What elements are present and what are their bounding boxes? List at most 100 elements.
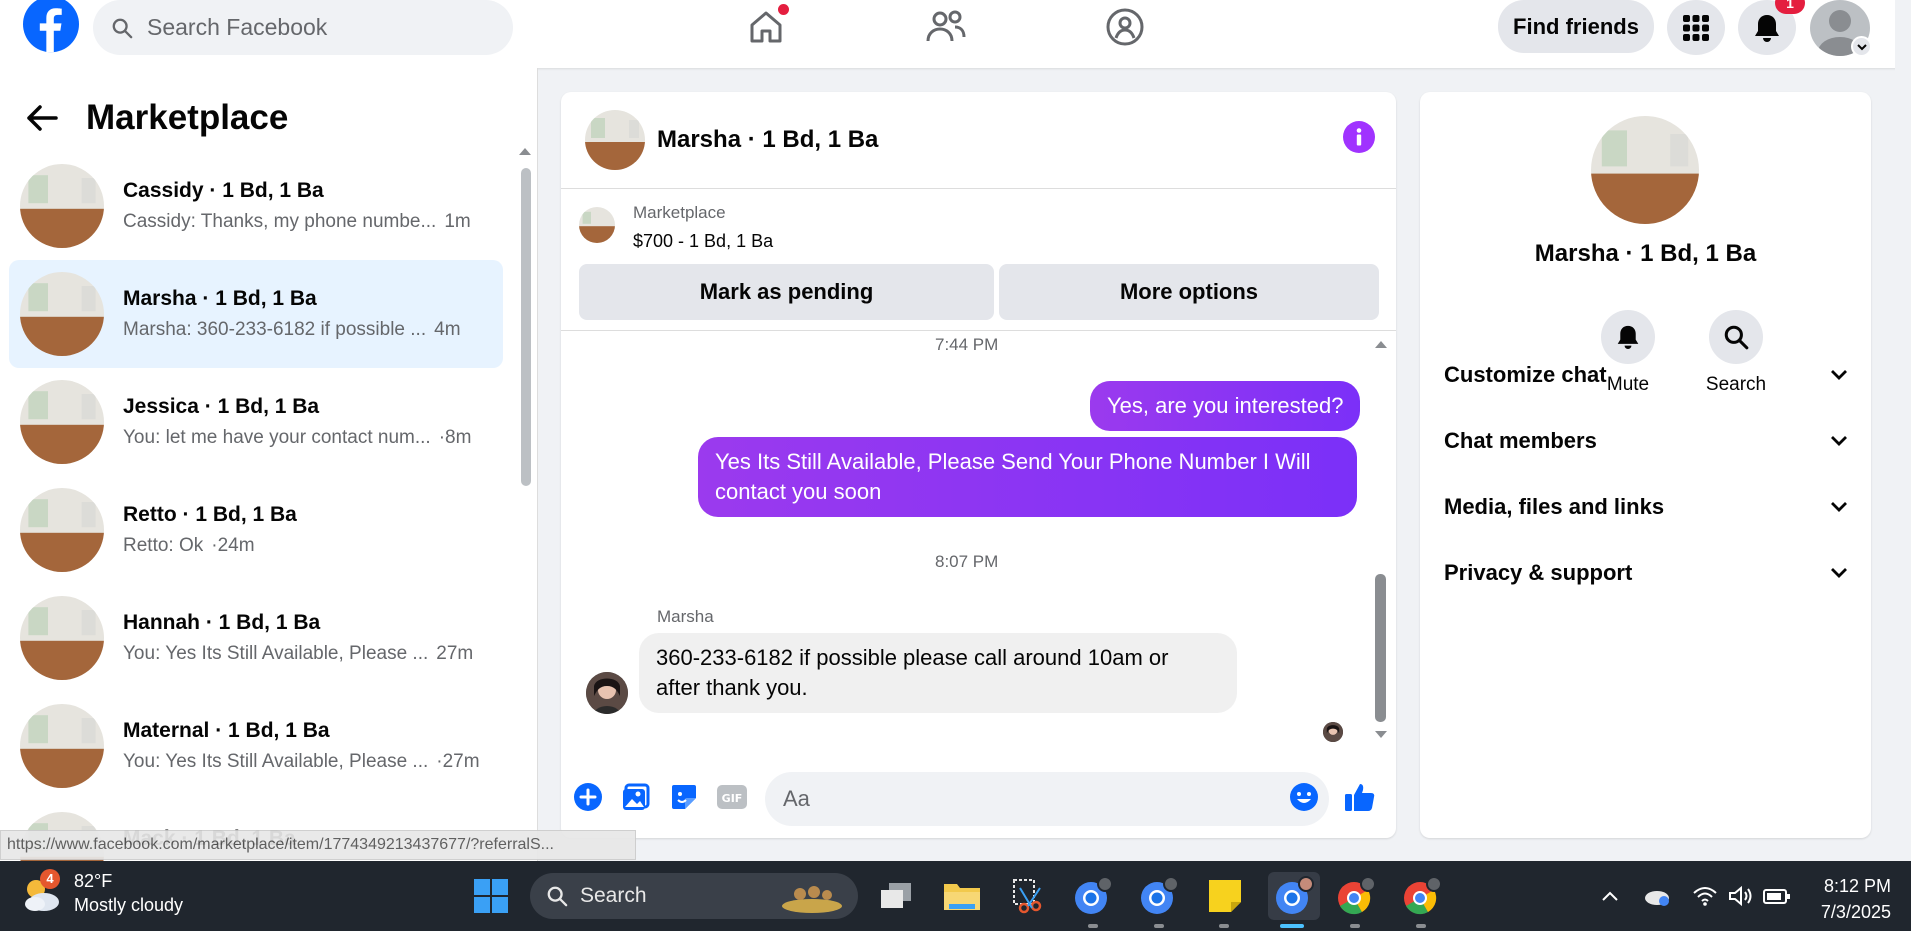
section-label: Chat members xyxy=(1444,428,1597,453)
conversation-item[interactable]: Cassidy · 1 Bd, 1 Ba Cassidy: Thanks, my … xyxy=(9,152,503,260)
conversation-item[interactable]: Retto · 1 Bd, 1 Ba Retto: Ok ·24m xyxy=(9,476,503,584)
search-icon xyxy=(112,18,133,38)
details-name[interactable]: Marsha · 1 Bd, 1 Ba xyxy=(1420,240,1871,268)
chrome-profile-1-button[interactable] xyxy=(1071,874,1115,918)
conversation-details-pane: Marsha · 1 Bd, 1 Ba Mute Search Customiz… xyxy=(1420,92,1871,838)
grid-menu-icon xyxy=(1683,14,1709,41)
scissors-icon xyxy=(1013,879,1042,914)
listing-title[interactable]: $700 - 1 Bd, 1 Ba xyxy=(633,231,773,252)
show-hidden-icons-button[interactable] xyxy=(1595,881,1625,911)
received-message[interactable]: 360-233-6182 if possible please call aro… xyxy=(639,633,1237,713)
conversation-text: Marsha · 1 Bd, 1 Ba Marsha: 360-233-6182 … xyxy=(123,287,493,341)
battery-tray-button[interactable] xyxy=(1762,881,1792,911)
groups-nav-button[interactable] xyxy=(1100,2,1150,52)
menu-button[interactable] xyxy=(1667,0,1725,55)
more-options-button[interactable]: More options xyxy=(999,264,1379,320)
chat-header-avatar[interactable] xyxy=(585,110,645,170)
chrome-profile-5-button[interactable] xyxy=(1400,874,1444,918)
link-status-url: https://www.facebook.com/marketplace/ite… xyxy=(0,830,636,860)
chrome-profile-4-button[interactable] xyxy=(1334,874,1378,918)
friends-nav-button[interactable] xyxy=(921,2,971,52)
chrome-profile-2-button[interactable] xyxy=(1137,874,1181,918)
listing-thumbnail[interactable] xyxy=(579,207,615,243)
room-thumbnail-icon xyxy=(579,207,615,243)
message-input[interactable]: Aa xyxy=(765,772,1329,826)
mark-as-pending-button[interactable]: Mark as pending xyxy=(579,264,994,320)
chat-scrollbar-thumb[interactable] xyxy=(1375,574,1386,722)
conversation-time: ·27m xyxy=(436,751,480,772)
start-button[interactable] xyxy=(469,874,513,918)
home-nav-button[interactable] xyxy=(741,2,791,52)
scroll-up-arrow-icon[interactable] xyxy=(518,146,532,156)
account-chevron-button[interactable] xyxy=(1851,36,1872,57)
section-label: Customize chat xyxy=(1444,362,1607,387)
conversation-info-button[interactable] xyxy=(1343,121,1375,153)
notification-count-badge: 1 xyxy=(1775,0,1805,14)
emoji-button[interactable] xyxy=(1287,780,1321,814)
back-arrow-icon[interactable] xyxy=(26,104,58,132)
top-navbar: Search Facebook Find friends 1 xyxy=(0,0,1911,68)
friends-icon xyxy=(926,10,966,42)
find-friends-button[interactable]: Find friends xyxy=(1498,0,1654,53)
chat-header-name[interactable]: Marsha · 1 Bd, 1 Ba xyxy=(657,126,878,154)
conversation-name: Cassidy · 1 Bd, 1 Ba xyxy=(123,179,324,202)
clock-time: 8:12 PM xyxy=(1823,876,1891,896)
conversation-text: Cassidy · 1 Bd, 1 Ba Cassidy: Thanks, my … xyxy=(123,179,493,233)
weather-icon-wrap: 4 xyxy=(20,868,62,915)
sticky-notes-button[interactable] xyxy=(1203,874,1247,918)
chat-header: Marsha · 1 Bd, 1 Ba xyxy=(561,92,1396,189)
attach-photo-button[interactable] xyxy=(619,780,653,814)
chevron-down-icon xyxy=(1831,568,1847,578)
taskbar-search[interactable]: Search xyxy=(530,873,858,919)
scroll-up-arrow-icon[interactable] xyxy=(1374,339,1388,349)
plus-circle-icon xyxy=(574,783,602,811)
sticker-button[interactable] xyxy=(667,780,701,814)
taskbar-clock[interactable]: 8:12 PM 7/3/2025 xyxy=(1806,873,1891,925)
like-send-button[interactable] xyxy=(1343,780,1377,814)
search-highlight-icon xyxy=(782,886,842,913)
windows-taskbar: 4 82°F Mostly cloudy Search 8:12 PM 7/3/… xyxy=(0,861,1911,931)
sent-message[interactable]: Yes Its Still Available, Please Send You… xyxy=(698,437,1357,517)
privacy-support-row[interactable]: Privacy & support xyxy=(1444,553,1848,593)
groups-icon xyxy=(1106,8,1144,46)
conversation-preview: You: Yes Its Still Available, Please ... xyxy=(123,643,429,664)
scroll-down-arrow-icon[interactable] xyxy=(1374,730,1388,740)
conversation-item[interactable]: Maternal · 1 Bd, 1 Ba You: Yes Its Still … xyxy=(9,692,503,800)
conversation-item[interactable]: Hannah · 1 Bd, 1 Ba You: Yes Its Still Av… xyxy=(9,584,503,692)
sidebar-scrollbar-thumb[interactable] xyxy=(521,168,531,486)
conversation-name: Marsha · 1 Bd, 1 Ba xyxy=(123,287,317,310)
chrome-profile-3-button-active[interactable] xyxy=(1268,872,1320,920)
file-explorer-button[interactable] xyxy=(940,874,984,918)
sender-avatar[interactable] xyxy=(586,672,628,714)
customize-chat-row[interactable]: Customize chat xyxy=(1444,355,1848,395)
svg-text:GIF: GIF xyxy=(722,792,743,805)
weather-badge: 4 xyxy=(40,868,60,889)
conversation-item[interactable]: Jessica · 1 Bd, 1 Ba You: let me have you… xyxy=(9,368,503,476)
media-files-links-row[interactable]: Media, files and links xyxy=(1444,487,1848,527)
task-view-button[interactable] xyxy=(874,874,918,918)
volume-tray-button[interactable] xyxy=(1726,881,1756,911)
marketplace-inbox-sidebar: Marketplace Cassidy · 1 Bd, 1 Ba Cassidy:… xyxy=(0,68,538,861)
facebook-logo-icon[interactable] xyxy=(21,0,81,56)
bell-icon xyxy=(1617,325,1639,349)
more-actions-button[interactable] xyxy=(571,780,605,814)
chat-members-row[interactable]: Chat members xyxy=(1444,421,1848,461)
chevron-down-icon xyxy=(1831,502,1847,512)
conversation-item[interactable]: Marsha · 1 Bd, 1 Ba Marsha: 360-233-6182 … xyxy=(9,260,503,368)
task-view-icon xyxy=(881,883,911,908)
gif-button[interactable]: GIF xyxy=(715,780,749,814)
app-running-indicator xyxy=(1088,924,1098,928)
details-avatar[interactable] xyxy=(1591,116,1699,224)
conversation-thumbnail xyxy=(20,704,104,788)
search-input[interactable]: Search Facebook xyxy=(93,0,513,55)
wifi-tray-button[interactable] xyxy=(1690,881,1720,911)
onedrive-tray-button[interactable] xyxy=(1642,881,1672,911)
page-scrollbar[interactable] xyxy=(1895,0,1911,861)
sticker-icon xyxy=(672,785,696,809)
conversation-text: Jessica · 1 Bd, 1 Ba You: let me have you… xyxy=(123,395,493,449)
sent-message[interactable]: Yes, are you interested? xyxy=(1090,381,1361,431)
chrome-icon xyxy=(1404,876,1442,915)
weather-widget[interactable]: 4 82°F Mostly cloudy xyxy=(20,868,183,916)
info-icon xyxy=(1356,128,1362,146)
snipping-tool-button[interactable] xyxy=(1006,874,1050,918)
